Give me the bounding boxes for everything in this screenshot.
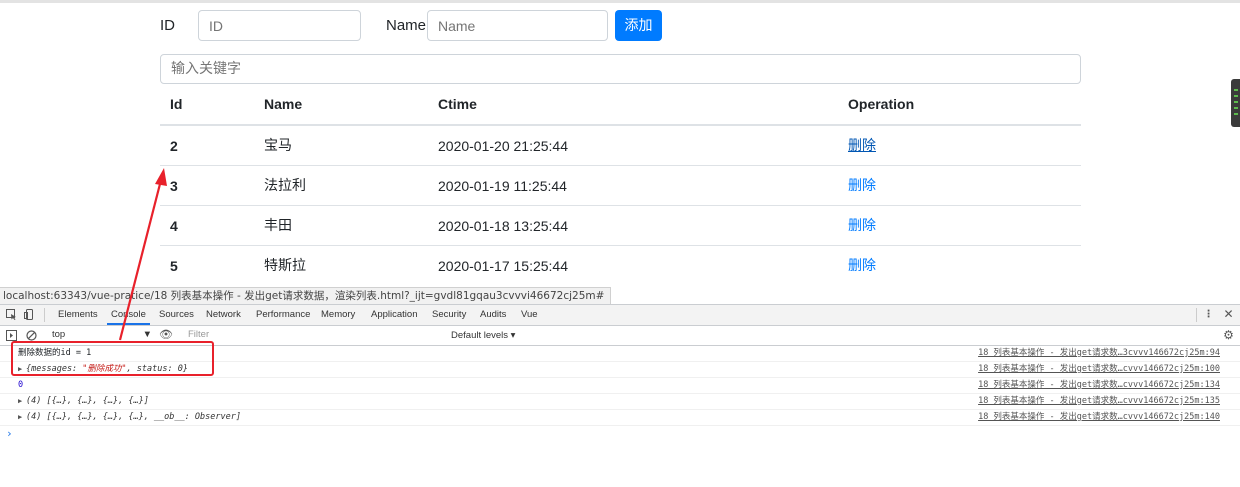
log-source-link[interactable]: 18 列表基本操作 - 发出get请求数…cvvv146672cj25m:140 [978, 410, 1220, 425]
table-row: 2 宝马 2020-01-20 21:25:44 删除 [160, 126, 1081, 166]
name-label: Name [386, 17, 427, 34]
log-source-link[interactable]: 18 列表基本操作 - 发出get请求数…3cvvv146672cj25m:94 [978, 346, 1220, 361]
inspect-icon[interactable] [6, 309, 17, 320]
log-entry: 0 18 列表基本操作 - 发出get请求数…cvvv146672cj25m:1… [0, 378, 1240, 394]
delete-link[interactable]: 删除 [848, 166, 876, 206]
row-name: 特斯拉 [264, 258, 306, 274]
tab-audits[interactable]: Audits [480, 305, 506, 325]
log-source-link[interactable]: 18 列表基本操作 - 发出get请求数…cvvv146672cj25m:100 [978, 362, 1220, 377]
id-input[interactable] [198, 10, 361, 41]
data-table: Id Name Ctime Operation 2 宝马 2020-01-20 … [160, 84, 1081, 285]
log-source-link[interactable]: 18 列表基本操作 - 发出get请求数…cvvv146672cj25m:134 [978, 378, 1220, 393]
tab-console[interactable]: Console [107, 305, 150, 325]
gear-icon[interactable]: ⚙ [1223, 329, 1234, 341]
table-header: Id Name Ctime Operation [160, 84, 1081, 126]
delete-link[interactable]: 删除 [848, 206, 876, 246]
table-row: 5 特斯拉 2020-01-17 15:25:44 删除 [160, 246, 1081, 285]
header-operation: Operation [848, 96, 915, 112]
add-button[interactable]: 添加 [615, 10, 662, 41]
row-ctime: 2020-01-20 21:25:44 [438, 138, 568, 154]
expand-triangle-icon[interactable]: ▶ [18, 410, 22, 425]
default-levels-dropdown[interactable]: Default levels ▾ [451, 326, 515, 345]
log-entry[interactable]: ▶ (4) [{…}, {…}, {…}, {…}, __ob__: Obser… [0, 410, 1240, 426]
context-selector[interactable]: top ▼ [46, 329, 152, 341]
row-ctime: 2020-01-19 11:25:44 [438, 178, 567, 194]
row-id: 3 [170, 178, 178, 194]
tab-memory[interactable]: Memory [321, 305, 355, 325]
row-id: 2 [170, 138, 178, 154]
name-input[interactable] [427, 10, 608, 41]
table-row: 4 丰田 2020-01-18 13:25:44 删除 [160, 206, 1081, 246]
row-id: 4 [170, 218, 178, 234]
filter-input[interactable]: Filter [180, 328, 451, 342]
log-source-link[interactable]: 18 列表基本操作 - 发出get请求数…cvvv146672cj25m:135 [978, 394, 1220, 409]
header-ctime: Ctime [438, 96, 477, 112]
prompt-chevron-icon: › [6, 427, 13, 440]
vue-devtools-indicator[interactable] [1231, 79, 1240, 127]
devtools-panel: Elements Console Sources Network Perform… [0, 304, 1240, 487]
row-id: 5 [170, 258, 178, 274]
delete-link[interactable]: 删除 [848, 126, 876, 166]
devtools-tabbar: Elements Console Sources Network Perform… [0, 305, 1240, 326]
clear-console-icon[interactable] [26, 330, 37, 341]
log-entry[interactable]: ▶ (4) [{…}, {…}, {…}, {…}] 18 列表基本操作 - 发… [0, 394, 1240, 410]
header-name: Name [264, 96, 303, 112]
eye-icon[interactable]: 👁 [159, 330, 173, 341]
row-ctime: 2020-01-18 13:25:44 [438, 218, 568, 234]
console-prompt[interactable]: › [0, 426, 1240, 441]
annotation-highlight-box [11, 341, 214, 376]
tab-vue[interactable]: Vue [521, 305, 538, 325]
row-name: 宝马 [264, 138, 292, 154]
top-border [0, 0, 1240, 3]
close-icon[interactable]: ✕ [1223, 308, 1234, 320]
tab-elements[interactable]: Elements [58, 305, 98, 325]
table-row: 3 法拉利 2020-01-19 11:25:44 删除 [160, 166, 1081, 206]
device-toolbar-icon[interactable] [24, 309, 35, 320]
sidebar-toggle-icon[interactable] [6, 330, 17, 341]
tab-security[interactable]: Security [432, 305, 466, 325]
tab-sources[interactable]: Sources [159, 305, 194, 325]
header-id: Id [170, 96, 183, 112]
row-name: 丰田 [264, 218, 292, 234]
delete-link[interactable]: 删除 [848, 246, 876, 286]
id-label: ID [160, 17, 175, 34]
tab-performance[interactable]: Performance [256, 305, 310, 325]
row-ctime: 2020-01-17 15:25:44 [438, 258, 568, 274]
tab-application[interactable]: Application [371, 305, 417, 325]
row-name: 法拉利 [264, 178, 306, 194]
more-options-icon[interactable]: ⋮ [1203, 309, 1214, 320]
tab-network[interactable]: Network [206, 305, 241, 325]
search-input[interactable] [160, 54, 1081, 84]
expand-triangle-icon[interactable]: ▶ [18, 394, 22, 409]
